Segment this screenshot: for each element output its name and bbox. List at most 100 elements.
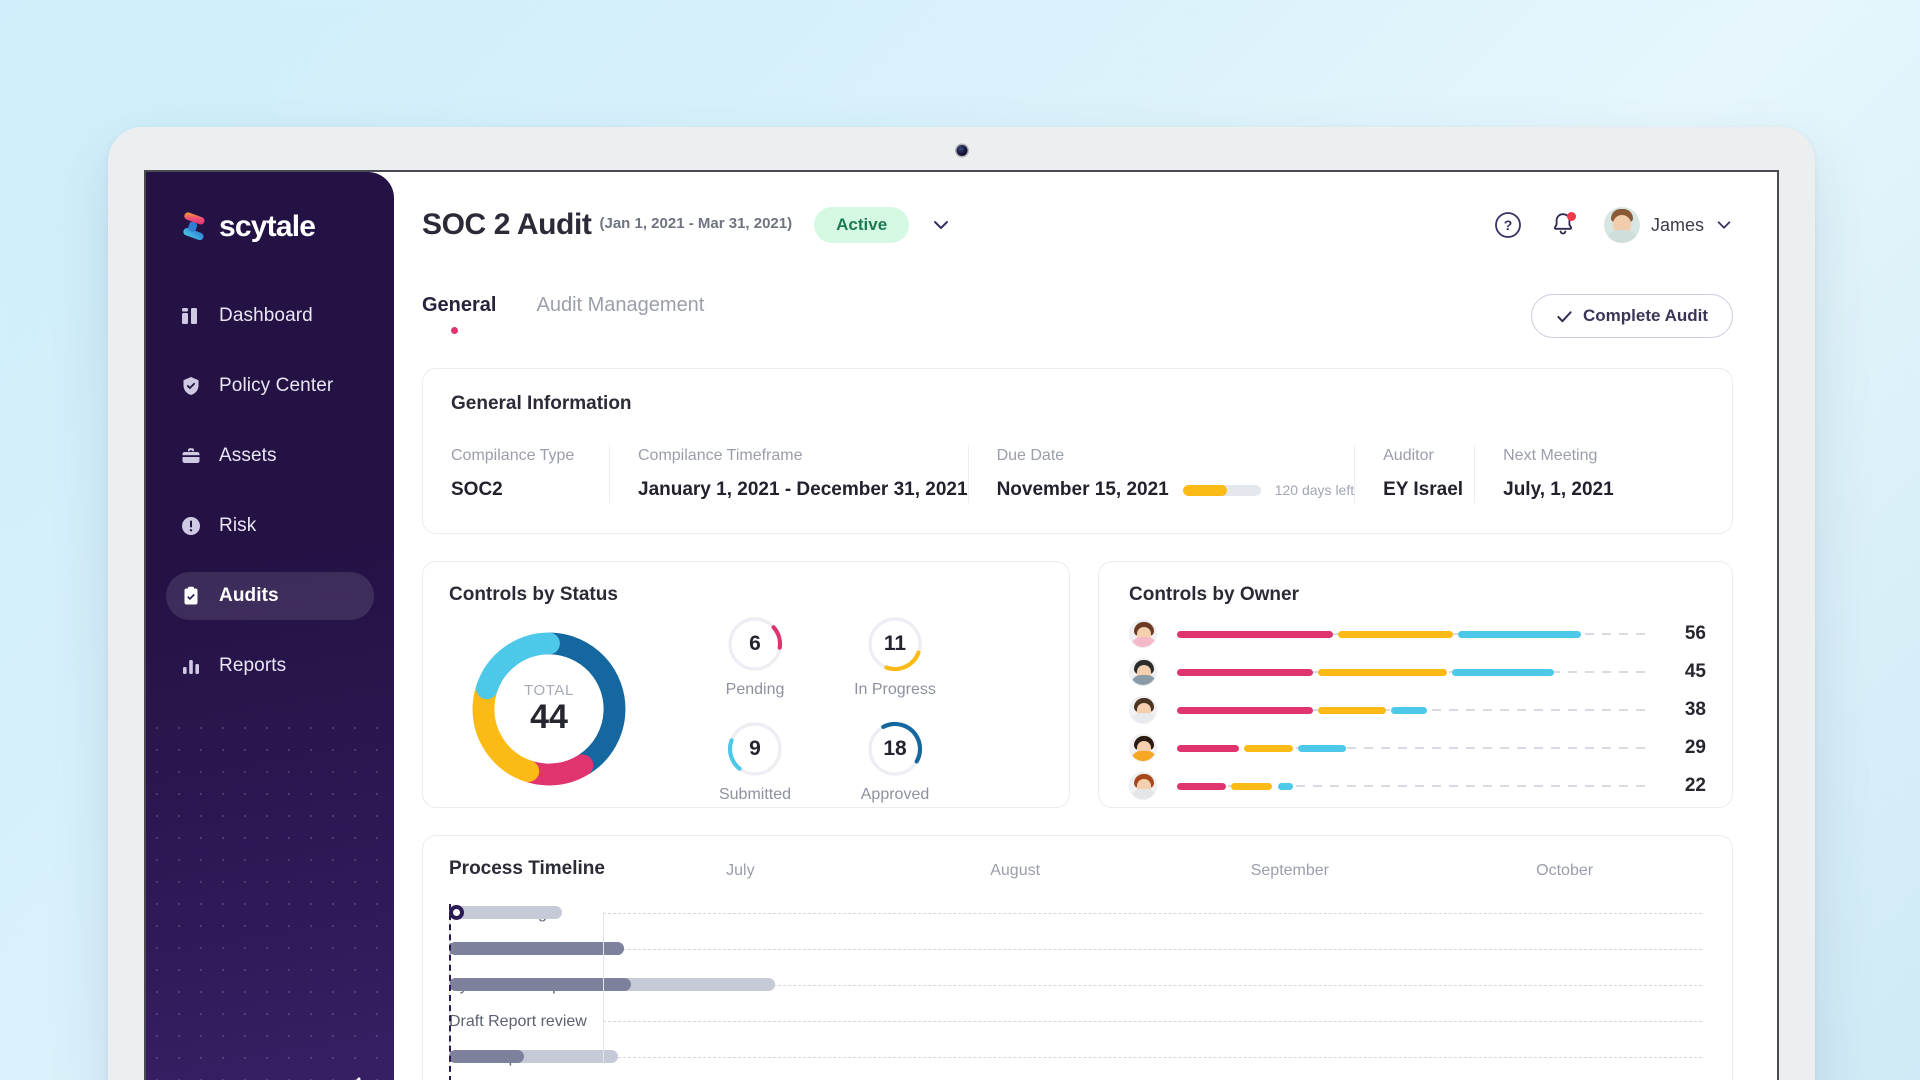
controls-by-status-title: Controls by Status [449, 584, 618, 605]
complete-audit-label: Complete Audit [1583, 306, 1708, 325]
owner-progress-segment [1177, 668, 1313, 676]
avatar [1129, 734, 1157, 762]
scytale-logo-icon [178, 211, 210, 243]
page-title: SOC 2 Audit [422, 208, 592, 241]
chevron-down-icon [934, 221, 949, 229]
general-info-field-label: Compilance Type [451, 447, 575, 464]
bar-chart-icon [180, 655, 202, 677]
general-info-field: Compilance Timeframe January 1, 2021 - De… [609, 445, 968, 503]
timeline-month-label: August [990, 862, 1041, 879]
avatar [1129, 620, 1157, 648]
general-info-field-value: EY Israel [1383, 479, 1474, 501]
owner-total-value: 22 [1684, 775, 1706, 796]
status-metric: 11 In Progress [825, 616, 965, 699]
status-metric-label: In Progress [854, 681, 936, 698]
donut-center-label: TOTAL 44 [524, 681, 574, 736]
tab-audit-management[interactable]: Audit Management [536, 294, 704, 323]
timeline-axis-line [603, 912, 604, 1064]
timeline-row: Audit Meeting [449, 898, 1702, 930]
owner-progress-segment [1317, 706, 1387, 714]
general-info-field-label: Next Meeting [1503, 447, 1598, 464]
owner-progress-segment [1177, 630, 1333, 638]
owner-progress-segment [1277, 782, 1293, 790]
alert-circle-icon [180, 515, 202, 537]
owner-progress-segment [1177, 782, 1226, 790]
tab-active-indicator [451, 327, 458, 334]
check-icon [1557, 310, 1572, 322]
status-dropdown-button[interactable] [931, 215, 951, 235]
owner-total-value: 29 [1684, 737, 1706, 758]
timeline-row: Final Report [449, 1042, 1702, 1074]
timeline-month-label: July [726, 862, 755, 879]
owner-progress-track [1177, 782, 1646, 790]
days-left-label: 120 days left [1274, 482, 1355, 498]
status-metric-ring: 11 [867, 616, 923, 672]
timeline-month-axis: July August September October [603, 862, 1702, 880]
general-info-field: Compilance Type SOC2 [451, 445, 609, 503]
tab-bar: General Audit Management Complete Audit [422, 294, 1733, 338]
sidebar-collapse-button[interactable] [342, 1075, 368, 1080]
owner-progress-segment [1391, 706, 1427, 714]
sidebar-item-reports[interactable]: Reports [166, 642, 374, 690]
general-info-value-text: EY Israel [1383, 479, 1464, 500]
avatar [1129, 696, 1157, 724]
controls-by-status-card: Controls by Status TOTAL 44 6 Pending 11 In… [422, 561, 1070, 808]
status-metric-ring: 9 [727, 721, 783, 777]
general-information-fields: Compilance Type SOC2 Compilance Timeframe J… [451, 445, 1704, 503]
timeline-row: Evidence Collection [449, 934, 1702, 966]
timeline-today-marker-dot[interactable] [449, 905, 464, 920]
sidebar-item-assets[interactable]: Assets [166, 432, 374, 480]
owner-row: 22 [1129, 768, 1706, 804]
timeline-row: System Description [449, 970, 1702, 1002]
timeline-bar[interactable] [449, 942, 569, 955]
status-metric: 18 Approved [825, 721, 965, 804]
sidebar-item-label: Reports [219, 655, 287, 676]
avatar [1129, 772, 1157, 800]
general-info-field-value: November 15, 2021 120 days left [997, 479, 1355, 501]
timeline-today-marker-line [449, 904, 451, 1080]
sidebar: scytale Dashboard Policy Center Assets R… [146, 172, 394, 1080]
sidebar-item-policy-center[interactable]: Policy Center [166, 362, 374, 410]
user-menu[interactable]: James [1603, 207, 1733, 243]
controls-by-owner-rows: 56 45 38 29 22 [1129, 616, 1706, 804]
brand-logo[interactable]: scytale [146, 204, 394, 250]
metrics-row: Controls by Status TOTAL 44 6 Pending 11 In… [422, 561, 1733, 808]
controls-by-owner-title: Controls by Owner [1129, 584, 1299, 605]
chevron-left-icon [356, 1077, 361, 1080]
owner-progress-track [1177, 630, 1646, 638]
timeline-row-guideline [603, 913, 1702, 914]
general-information-card: General Information Compilance Type SOC2 C… [422, 368, 1733, 534]
sidebar-item-dashboard[interactable]: Dashboard [166, 292, 374, 340]
owner-row: 29 [1129, 730, 1706, 766]
sidebar-item-audits[interactable]: Audits [166, 572, 374, 620]
status-metric: 6 Pending [685, 616, 825, 699]
owner-progress-track [1177, 706, 1646, 714]
sidebar-dot-pattern [146, 717, 394, 1080]
owner-total-value: 56 [1684, 623, 1706, 644]
status-metric-ring: 18 [867, 721, 923, 777]
status-metric-value: 9 [749, 737, 761, 760]
timeline-bar[interactable] [449, 906, 562, 919]
sidebar-item-risk[interactable]: Risk [166, 502, 374, 550]
status-donut-chart: TOTAL 44 [465, 625, 633, 793]
controls-by-owner-card: Controls by Owner 56 45 38 29 22 [1098, 561, 1733, 808]
general-info-field-value: July, 1, 2021 [1503, 479, 1704, 501]
tab-general[interactable]: General [422, 294, 496, 334]
screen: scytale Dashboard Policy Center Assets R… [144, 170, 1779, 1080]
timeline-bar[interactable] [449, 1050, 525, 1063]
general-info-value-text: July, 1, 2021 [1503, 479, 1614, 500]
help-button[interactable]: ? [1494, 211, 1522, 239]
status-metric-label: Submitted [718, 786, 792, 803]
status-metric-value: 6 [749, 632, 761, 655]
briefcase-icon [180, 445, 202, 467]
complete-audit-button[interactable]: Complete Audit [1531, 294, 1733, 338]
timeline-row: Draft Report review [449, 1006, 1702, 1038]
timeline-row-label: Draft Report review [449, 1013, 587, 1030]
notifications-button[interactable] [1550, 211, 1576, 239]
general-info-field: Due Date November 15, 2021 120 days left [967, 445, 1355, 503]
sidebar-item-label: Risk [219, 515, 257, 536]
owner-progress-track [1177, 668, 1646, 676]
owner-row: 45 [1129, 654, 1706, 690]
owner-progress-segment [1337, 630, 1454, 638]
status-metric-ring: 6 [727, 616, 783, 672]
